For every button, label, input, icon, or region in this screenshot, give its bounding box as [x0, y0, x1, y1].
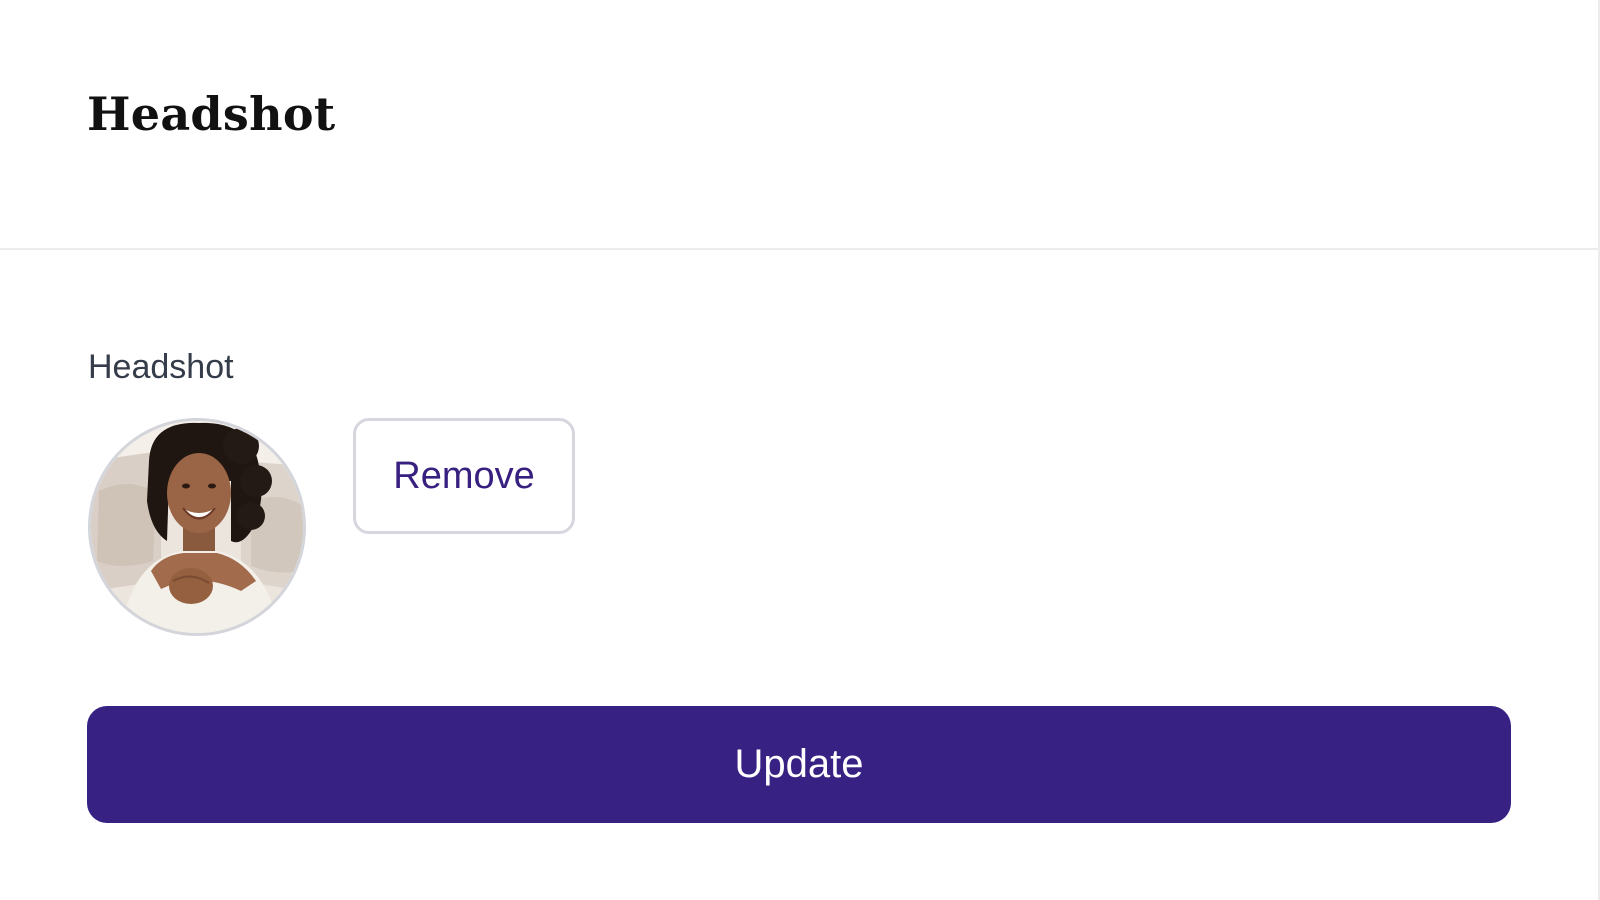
headshot-photo — [91, 421, 303, 633]
headshot-page: Headshot Headshot Remove Update — [0, 0, 1600, 900]
page-header: Headshot — [0, 0, 1598, 250]
update-button[interactable]: Update — [87, 706, 1511, 823]
headshot-field-label: Headshot — [88, 348, 234, 386]
page-title: Headshot — [87, 87, 336, 141]
headshot-avatar — [88, 418, 306, 636]
remove-button[interactable]: Remove — [353, 418, 575, 534]
